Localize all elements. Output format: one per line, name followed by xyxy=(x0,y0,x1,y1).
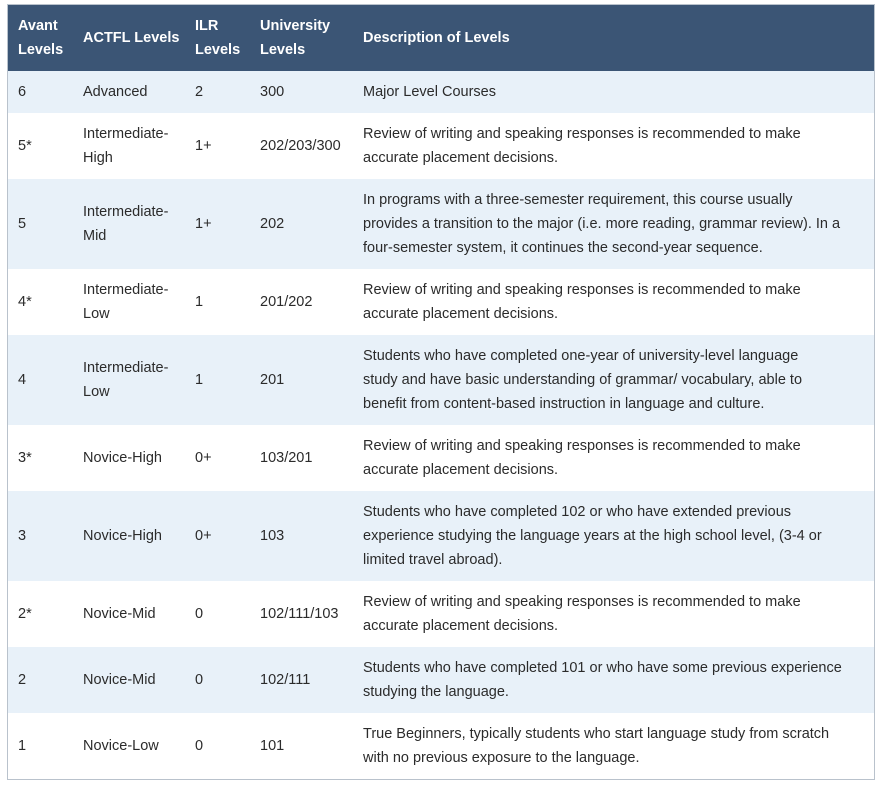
header-ilr-levels: ILR Levels xyxy=(195,18,241,58)
cell-actfl: Intermediate- Mid xyxy=(83,204,169,244)
table-row: 2* Novice-Mid 0 102/111/103 Review of wr… xyxy=(8,581,874,647)
cell-avant: 4* xyxy=(18,294,32,310)
cell-ilr: 0 xyxy=(195,672,204,688)
cell-actfl: Intermediate- High xyxy=(83,126,169,166)
table-row: 4* Intermediate- Low 1 201/202 Review of … xyxy=(8,269,874,335)
cell-description: Review of writing and speaking responses… xyxy=(363,282,801,322)
cell-ilr: 1+ xyxy=(195,216,212,232)
table-row: 5* Intermediate- High 1+ 202/203/300 Revi… xyxy=(8,113,874,179)
cell-description: In programs with a three-semester requir… xyxy=(363,192,841,256)
cell-university: 101 xyxy=(260,738,285,754)
cell-university: 201 xyxy=(260,372,285,388)
cell-avant: 2 xyxy=(18,672,27,688)
header-actfl-levels: ACTFL Levels xyxy=(83,30,180,46)
cell-ilr: 1+ xyxy=(195,138,212,154)
cell-university: 102/111/103 xyxy=(260,606,339,622)
cell-avant: 1 xyxy=(18,738,27,754)
table-row: 3* Novice-High 0+ 103/201 Review of writ… xyxy=(8,425,874,491)
cell-avant: 4 xyxy=(18,372,27,388)
table-row: 2 Novice-Mid 0 102/111 Students who have… xyxy=(8,647,874,713)
cell-avant: 5* xyxy=(18,138,32,154)
table-row: 1 Novice-Low 0 101 True Beginners, typic… xyxy=(8,713,874,779)
cell-description: Students who have completed 101 or who h… xyxy=(363,660,842,700)
cell-actfl: Novice-High xyxy=(83,450,162,466)
cell-university: 201/202 xyxy=(260,294,313,310)
cell-university: 202/203/300 xyxy=(260,138,341,154)
levels-table-container: Avant Levels ACTFL Levels ILR Levels Unive… xyxy=(7,4,875,780)
cell-university: 103 xyxy=(260,528,285,544)
cell-description: Review of writing and speaking responses… xyxy=(363,438,801,478)
cell-university: 202 xyxy=(260,216,285,232)
header-avant-levels: Avant Levels xyxy=(18,18,64,58)
levels-table: Avant Levels ACTFL Levels ILR Levels Unive… xyxy=(8,5,874,779)
cell-actfl: Novice-Mid xyxy=(83,672,156,688)
cell-description: Review of writing and speaking responses… xyxy=(363,594,801,634)
cell-actfl: Novice-High xyxy=(83,528,162,544)
table-row: 3 Novice-High 0+ 103 Students who have c… xyxy=(8,491,874,581)
cell-ilr: 1 xyxy=(195,372,204,388)
cell-description: Students who have completed one-year of … xyxy=(363,348,803,412)
cell-university: 103/201 xyxy=(260,450,313,466)
cell-actfl: Novice-Low xyxy=(83,738,159,754)
cell-avant: 5 xyxy=(18,216,27,232)
cell-avant: 2* xyxy=(18,606,32,622)
cell-ilr: 0+ xyxy=(195,528,212,544)
cell-description: True Beginners, typically students who s… xyxy=(363,726,830,766)
cell-avant: 3 xyxy=(18,528,27,544)
cell-actfl: Advanced xyxy=(83,84,148,100)
table-row: 6 Advanced 2 300 Major Level Courses xyxy=(8,71,874,113)
table-row: 5 Intermediate- Mid 1+ 202 In programs wi… xyxy=(8,179,874,269)
header-university-levels: University Levels xyxy=(260,18,331,58)
table-row: 4 Intermediate- Low 1 201 Students who ha… xyxy=(8,335,874,425)
cell-ilr: 2 xyxy=(195,84,204,100)
cell-avant: 6 xyxy=(18,84,27,100)
cell-avant: 3* xyxy=(18,450,32,466)
cell-actfl: Novice-Mid xyxy=(83,606,156,622)
header-row: Avant Levels ACTFL Levels ILR Levels Unive… xyxy=(8,5,874,71)
cell-university: 102/111 xyxy=(260,672,311,688)
cell-university: 300 xyxy=(260,84,285,100)
table-header: Avant Levels ACTFL Levels ILR Levels Unive… xyxy=(8,5,874,71)
table-body: 6 Advanced 2 300 Major Level Courses 5* … xyxy=(8,71,874,779)
cell-ilr: 0 xyxy=(195,606,204,622)
cell-actfl: Intermediate- Low xyxy=(83,282,169,322)
cell-description: Major Level Courses xyxy=(363,84,496,100)
cell-description: Review of writing and speaking responses… xyxy=(363,126,801,166)
cell-ilr: 1 xyxy=(195,294,204,310)
cell-ilr: 0+ xyxy=(195,450,212,466)
header-description: Description of Levels xyxy=(363,30,510,46)
cell-description: Students who have completed 102 or who h… xyxy=(363,504,822,568)
cell-ilr: 0 xyxy=(195,738,204,754)
cell-actfl: Intermediate- Low xyxy=(83,360,169,400)
